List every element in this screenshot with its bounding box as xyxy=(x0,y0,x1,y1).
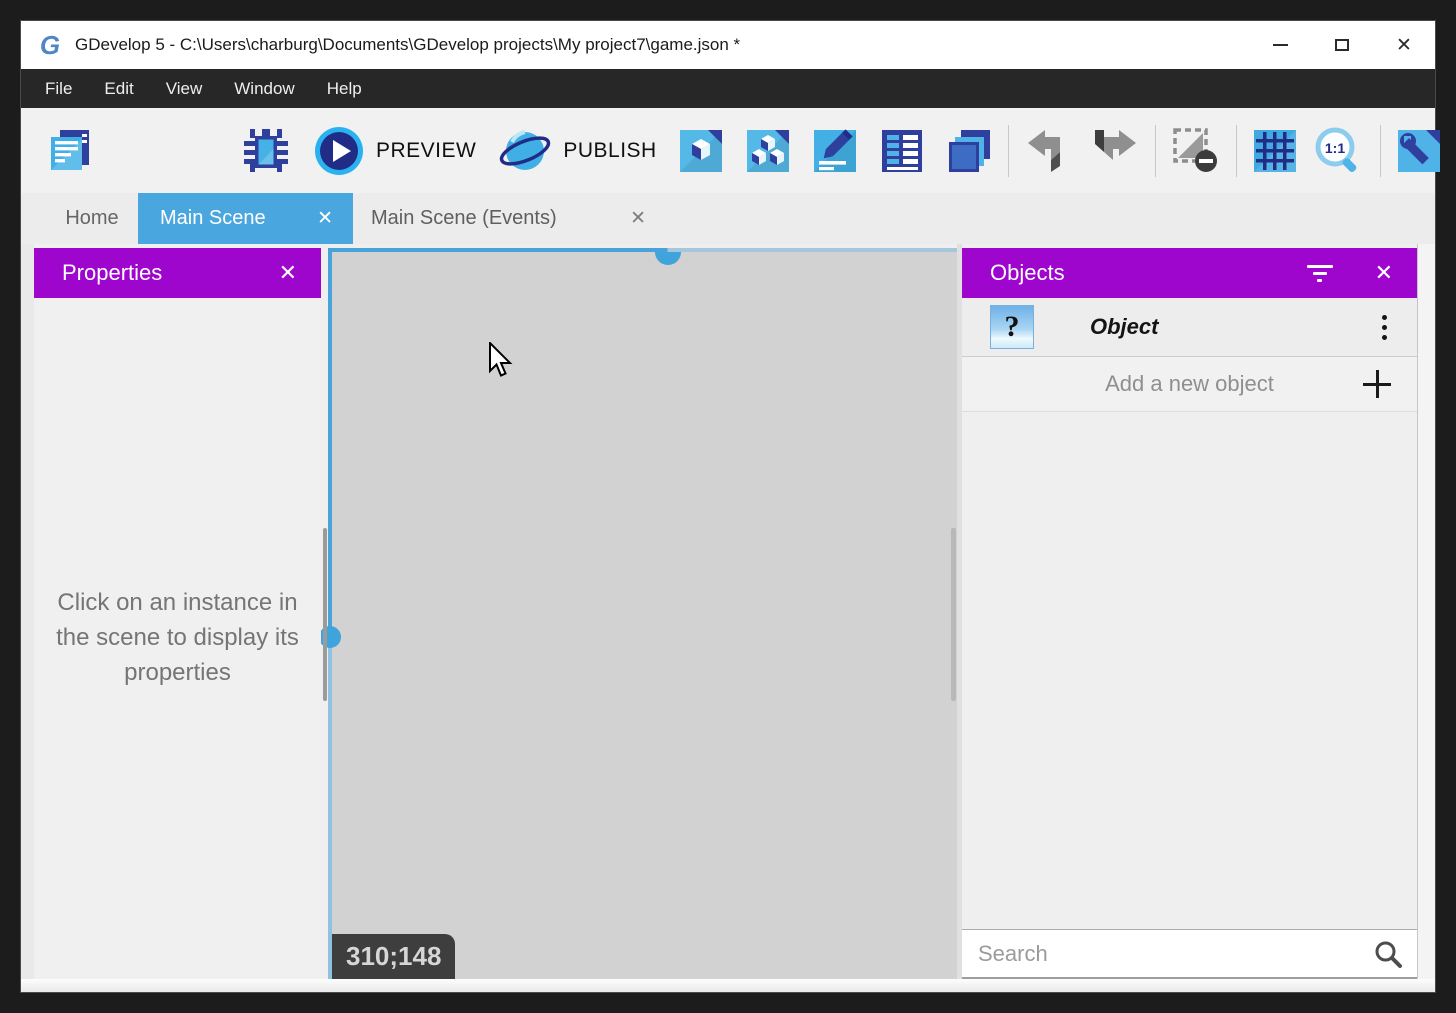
scene-area[interactable] xyxy=(332,252,957,979)
tab-close-icon[interactable]: ✕ xyxy=(317,207,333,230)
objects-list-empty-area xyxy=(962,412,1417,929)
toolbar-separator xyxy=(1380,125,1381,177)
toolbar-separator xyxy=(1008,125,1009,177)
scene-window-border-left xyxy=(328,248,332,979)
add-object-label: Add a new object xyxy=(1105,371,1274,397)
tab-label: Main Scene xyxy=(160,207,266,230)
redo-icon[interactable] xyxy=(1090,126,1140,176)
properties-panel-body: Click on an instance in the scene to dis… xyxy=(34,298,321,979)
main-content: Properties ✕ Click on an instance in the… xyxy=(21,244,1435,979)
zoom-original-icon[interactable]: 1:1 xyxy=(1311,125,1367,177)
gdevelop-logo-icon: G xyxy=(35,30,65,60)
mouse-cursor-icon xyxy=(488,342,514,380)
objects-panel-header: Objects ✕ xyxy=(962,248,1417,298)
toolbar-separator xyxy=(1236,125,1237,177)
canvas-scrollbar-right[interactable] xyxy=(951,528,956,701)
preview-label: PREVIEW xyxy=(376,139,476,163)
window-bottom-edge xyxy=(21,979,1435,992)
object-list-item[interactable]: ? Object xyxy=(962,298,1417,357)
maximize-button[interactable] xyxy=(1311,21,1373,69)
scene-window-border-top xyxy=(328,248,957,252)
properties-panel-header: Properties ✕ xyxy=(34,248,321,298)
tab-bar: Home Main Scene ✕ Main Scene (Events) ✕ xyxy=(21,193,1435,244)
cursor-coordinates-badge: 310;148 xyxy=(332,934,455,979)
menu-bar: File Edit View Window Help xyxy=(21,69,1435,108)
tab-main-scene[interactable]: Main Scene ✕ xyxy=(138,193,353,244)
properties-panel-title: Properties xyxy=(62,260,162,286)
left-gutter xyxy=(21,244,34,979)
kebab-menu-icon[interactable] xyxy=(1382,315,1387,340)
properties-empty-message: Click on an instance in the scene to dis… xyxy=(47,586,309,690)
maximize-icon xyxy=(1335,39,1349,51)
add-object-icon[interactable] xyxy=(677,127,725,175)
menu-file[interactable]: File xyxy=(29,69,88,108)
layers-icon[interactable] xyxy=(945,127,993,175)
publish-globe-icon xyxy=(498,125,552,177)
close-button[interactable]: ✕ xyxy=(1373,21,1435,69)
properties-close-icon[interactable]: ✕ xyxy=(279,260,297,286)
title-bar: G GDevelop 5 - C:\Users\charburg\Documen… xyxy=(21,21,1435,69)
search-input[interactable] xyxy=(978,941,1373,967)
object-name: Object xyxy=(1090,314,1158,340)
menu-view[interactable]: View xyxy=(150,69,219,108)
objects-panel: Objects ✕ ? Object Add a new object xyxy=(962,244,1417,979)
deselect-instances-icon[interactable] xyxy=(1171,126,1221,176)
close-icon: ✕ xyxy=(1396,34,1412,57)
project-manager-icon[interactable] xyxy=(45,126,95,176)
tab-home[interactable]: Home xyxy=(46,193,138,244)
svg-text:1:1: 1:1 xyxy=(1325,140,1345,156)
right-gutter xyxy=(1417,244,1435,979)
tab-close-icon[interactable]: ✕ xyxy=(630,207,646,230)
menu-window[interactable]: Window xyxy=(218,69,310,108)
objects-groups-icon[interactable] xyxy=(744,127,792,175)
search-icon[interactable] xyxy=(1373,939,1403,969)
app-window: G GDevelop 5 - C:\Users\charburg\Documen… xyxy=(20,20,1436,993)
object-question-icon: ? xyxy=(990,305,1034,349)
add-object-row[interactable]: Add a new object xyxy=(962,357,1417,412)
publish-button[interactable]: PUBLISH xyxy=(498,125,656,177)
objects-search-bar xyxy=(962,929,1417,979)
toolbar: PREVIEW PUBLISH xyxy=(21,108,1435,193)
properties-panel: Properties ✕ Click on an instance in the… xyxy=(34,244,321,979)
toggle-grid-icon[interactable] xyxy=(1251,127,1299,175)
menu-edit[interactable]: Edit xyxy=(88,69,149,108)
plus-icon[interactable] xyxy=(1363,370,1391,398)
scene-variables-icon[interactable] xyxy=(878,127,926,175)
scene-editor-canvas[interactable]: 310;148 xyxy=(321,244,957,979)
window-title: GDevelop 5 - C:\Users\charburg\Documents… xyxy=(75,35,740,55)
toolbar-separator xyxy=(1155,125,1156,177)
canvas-scrollbar-left[interactable] xyxy=(323,528,327,701)
tab-label: Main Scene (Events) xyxy=(371,207,557,230)
minimize-button[interactable] xyxy=(1249,21,1311,69)
scene-properties-icon[interactable] xyxy=(811,127,859,175)
minimize-icon xyxy=(1273,44,1288,46)
debug-icon[interactable] xyxy=(241,126,291,176)
preview-play-icon xyxy=(313,125,365,177)
undo-icon[interactable] xyxy=(1024,126,1074,176)
publish-label: PUBLISH xyxy=(563,139,656,163)
menu-help[interactable]: Help xyxy=(311,69,378,108)
tab-label: Home xyxy=(65,207,118,230)
open-debugger-icon[interactable] xyxy=(1395,127,1443,175)
preview-button[interactable]: PREVIEW xyxy=(313,125,476,177)
objects-close-icon[interactable]: ✕ xyxy=(1375,260,1393,286)
objects-panel-title: Objects xyxy=(990,260,1065,286)
tab-main-scene-events[interactable]: Main Scene (Events) ✕ xyxy=(353,193,668,244)
filter-icon[interactable] xyxy=(1307,265,1333,282)
